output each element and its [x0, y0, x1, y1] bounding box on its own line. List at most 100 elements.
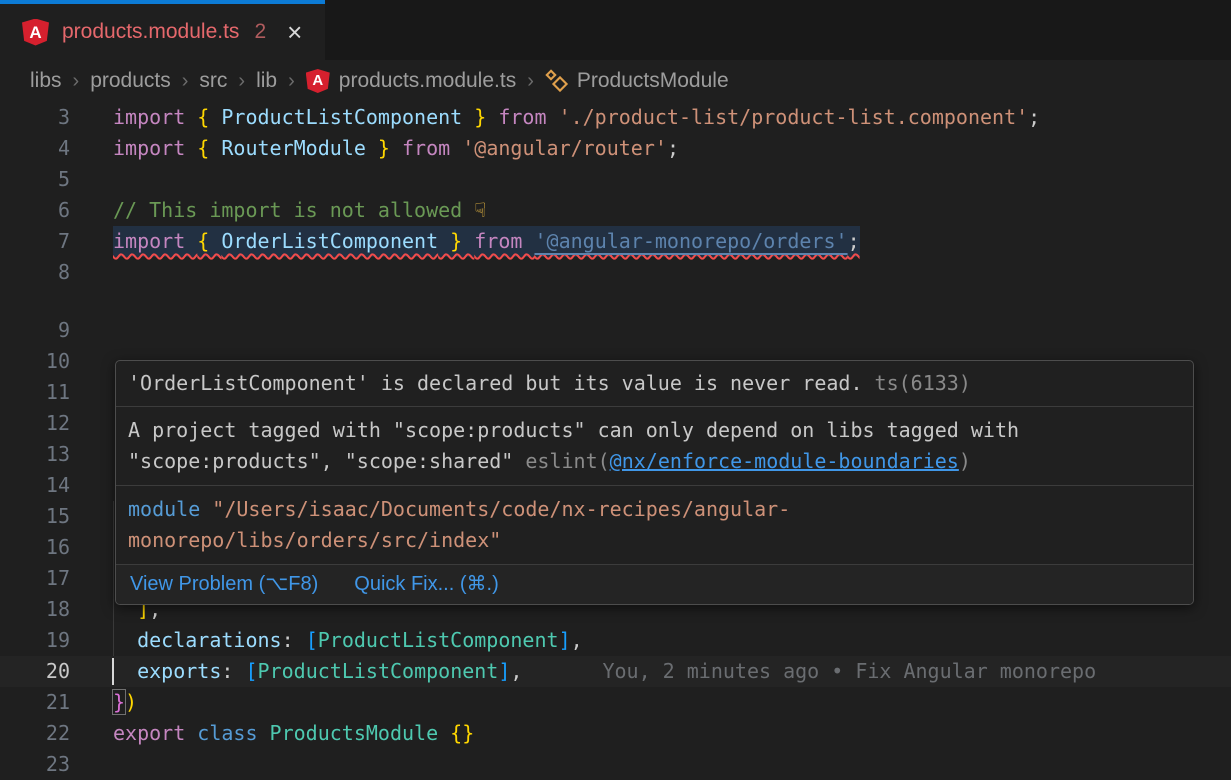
tab-problems-badge: 2 [254, 20, 266, 44]
hover-eslint-message: A project tagged with "scope:products" c… [116, 407, 1193, 486]
angular-file-icon: A [306, 69, 330, 93]
line-number: 18 [0, 594, 113, 625]
code-token: '@angular/router' [462, 136, 667, 160]
code-line-content [113, 315, 1231, 346]
line-number: 9 [0, 315, 113, 346]
code-line-content: export class ProductsModule {} [113, 718, 1231, 749]
breadcrumb-item[interactable]: src [199, 69, 227, 93]
quick-fix-link[interactable]: Quick Fix... (⌘.) [354, 569, 498, 600]
code-token: '@angular-monorepo/orders' [534, 229, 847, 253]
module-keyword: module [128, 497, 200, 521]
code-token: { [197, 229, 221, 253]
tab-bar: A products.module.ts 2 × [0, 0, 1231, 60]
git-blame-annotation: You, 2 minutes ago • Fix Angular monorep… [602, 659, 1096, 683]
code-token: ) [125, 690, 137, 714]
code-token: ; [848, 229, 860, 253]
text-cursor [112, 658, 114, 685]
breadcrumb-symbol[interactable]: ProductsModule [545, 69, 729, 93]
line-number: 23 [0, 749, 113, 780]
indent-guide [113, 501, 114, 532]
hover-module-message: module "/Users/isaac/Documents/code/nx-r… [116, 486, 1193, 565]
code-line-4[interactable]: 4import { RouterModule } from '@angular/… [0, 133, 1231, 164]
class-symbol-icon [545, 69, 569, 93]
code-token: ☟ [474, 198, 486, 222]
code-token: from [402, 136, 462, 160]
code-line-content: // This import is not allowed ☟ [113, 195, 1231, 226]
eslint-source-open: eslint( [525, 449, 609, 473]
code-token: ProductListComponent [258, 659, 499, 683]
code-line-6[interactable]: 6// This import is not allowed ☟ [0, 195, 1231, 226]
chevron-right-icon: › [288, 70, 295, 93]
code-editor[interactable]: 3import { ProductListComponent } from '.… [0, 102, 1231, 780]
code-line-21[interactable]: 21}) [0, 687, 1231, 718]
code-token: } [462, 105, 498, 129]
code-line-20[interactable]: 20 exports: [ProductListComponent],You, … [0, 656, 1231, 687]
indent-guide [113, 532, 114, 563]
line-number: 17 [0, 563, 113, 594]
line-number: 10 [0, 346, 113, 377]
code-token: exports [137, 659, 221, 683]
line-number: 13 [0, 439, 113, 470]
line-number: 21 [0, 687, 113, 718]
eslint-error-line1: A project tagged with "scope:products" c… [128, 418, 1019, 442]
code-line-19[interactable]: 19 declarations: [ProductListComponent], [0, 625, 1231, 656]
code-line-9[interactable]: 9 [0, 315, 1231, 346]
code-line-content: import { RouterModule } from '@angular/r… [113, 133, 1231, 164]
code-token: } [113, 690, 125, 714]
breadcrumb-item[interactable]: products [90, 69, 171, 93]
code-token: RouterModule [221, 136, 366, 160]
code-token: : [282, 628, 306, 652]
breadcrumb-folders: libs›products›src›lib› [30, 69, 306, 93]
eslint-error-line2: "scope:products", "scope:shared" [128, 449, 525, 473]
code-token: import [113, 136, 197, 160]
ts-error-source: ts(6133) [863, 371, 971, 395]
code-line-5[interactable]: 5 [0, 164, 1231, 195]
code-line-content [113, 257, 1231, 288]
code-token: OrderListComponent [221, 229, 438, 253]
chevron-right-icon: › [527, 70, 534, 93]
code-token: // This import is not allowed [113, 198, 474, 222]
line-number: 12 [0, 408, 113, 439]
code-token: ; [667, 136, 679, 160]
code-line-content: import { ProductListComponent } from './… [113, 102, 1231, 133]
line-number: 14 [0, 470, 113, 501]
chevron-right-icon: › [182, 70, 189, 93]
line-number: 4 [0, 133, 113, 164]
hover-ts-message: 'OrderListComponent' is declared but its… [116, 361, 1193, 407]
breadcrumb: libs›products›src›lib› A products.module… [0, 60, 1231, 102]
code-token: [ [245, 659, 257, 683]
breadcrumb-item[interactable]: libs [30, 69, 62, 93]
line-number: 16 [0, 532, 113, 563]
breadcrumb-file[interactable]: A products.module.ts [306, 69, 516, 93]
breadcrumb-symbol-label: ProductsModule [577, 69, 729, 93]
view-problem-link[interactable]: View Problem (⌥F8) [130, 569, 318, 600]
code-line-22[interactable]: 22export class ProductsModule {} [0, 718, 1231, 749]
indent-guide [113, 625, 114, 656]
error-hover-popup: 'OrderListComponent' is declared but its… [115, 360, 1194, 605]
tab-products-module[interactable]: A products.module.ts 2 × [0, 0, 325, 60]
code-token: ProductListComponent [221, 105, 462, 129]
code-line-content [113, 749, 1231, 780]
code-token: export [113, 721, 197, 745]
close-icon[interactable]: × [287, 19, 302, 45]
code-token: './product-list/product-list.component' [559, 105, 1029, 129]
code-token: import [113, 229, 197, 253]
code-line-7[interactable]: 7import { OrderListComponent } from '@an… [0, 226, 1231, 257]
breadcrumb-file-label: products.module.ts [339, 69, 516, 93]
line-number: 22 [0, 718, 113, 749]
indent-guide [113, 563, 114, 594]
eslint-rule-link[interactable]: @nx/enforce-module-boundaries [610, 449, 959, 473]
code-line-23[interactable]: 23 [0, 749, 1231, 780]
code-token: [ [306, 628, 318, 652]
code-token: { [197, 136, 221, 160]
code-token: {} [450, 721, 474, 745]
ts-error-text: 'OrderListComponent' is declared but its… [128, 371, 863, 395]
line-number: 8 [0, 257, 113, 288]
code-line-3[interactable]: 3import { ProductListComponent } from '.… [0, 102, 1231, 133]
module-path-line2: monorepo/libs/orders/src/index" [128, 528, 501, 552]
breadcrumb-item[interactable]: lib [256, 69, 277, 93]
code-token: ; [1028, 105, 1040, 129]
code-line-8[interactable]: 8 [0, 257, 1231, 288]
code-token: import [113, 105, 197, 129]
code-token: from [498, 105, 558, 129]
